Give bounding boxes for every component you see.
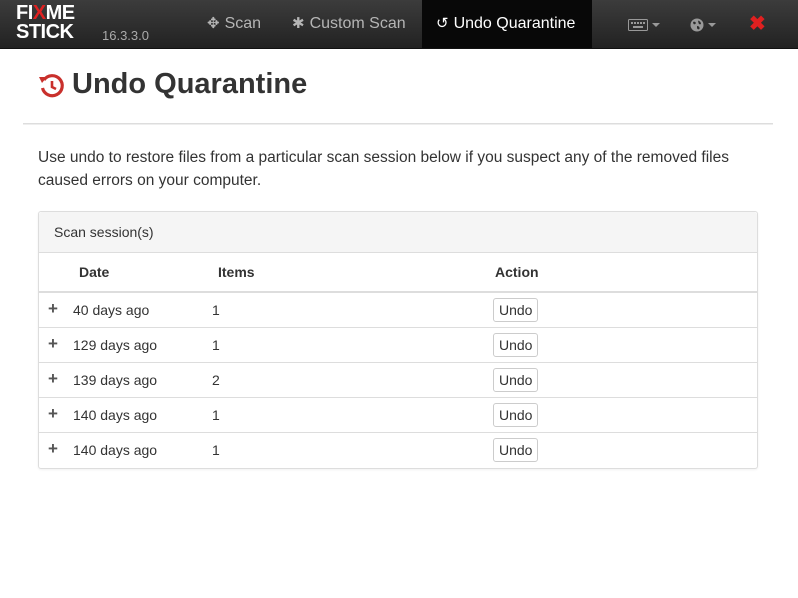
- table-row: + 139 days ago 2 Undo: [39, 363, 757, 398]
- row-items: 1: [212, 302, 220, 318]
- nav-custom-scan[interactable]: ✱ Custom Scan: [292, 0, 406, 48]
- plus-icon[interactable]: +: [48, 370, 58, 388]
- row-items: 1: [212, 442, 220, 458]
- page-title: Undo Quarantine: [72, 68, 308, 100]
- table-row: + 140 days ago 1 Undo: [39, 433, 757, 467]
- undo-button[interactable]: Undo: [493, 438, 539, 462]
- nav-custom-scan-label: Custom Scan: [309, 15, 406, 32]
- header-divider: [23, 123, 773, 125]
- keyboard-dropdown[interactable]: [628, 0, 660, 48]
- chevron-down-icon: [652, 23, 660, 28]
- close-button[interactable]: ✖: [749, 0, 766, 48]
- fixmestick-logo: FIXME STICK: [16, 2, 75, 43]
- table-row: + 40 days ago 1 Undo: [39, 293, 757, 328]
- plus-icon[interactable]: +: [48, 440, 58, 458]
- nav-scan[interactable]: ✥ Scan: [207, 0, 261, 48]
- undo-button[interactable]: Undo: [493, 403, 539, 427]
- globe-icon: [690, 18, 704, 32]
- table-row: + 140 days ago 1 Undo: [39, 398, 757, 433]
- row-items: 1: [212, 407, 220, 423]
- nav-scan-label: Scan: [224, 15, 262, 32]
- plus-icon[interactable]: +: [48, 335, 58, 353]
- panel-heading: Scan session(s): [39, 212, 757, 253]
- undo-button[interactable]: Undo: [493, 298, 539, 322]
- column-header-date: Date: [79, 264, 110, 280]
- undo-button[interactable]: Undo: [493, 368, 539, 392]
- undo-button[interactable]: Undo: [493, 333, 539, 357]
- table-row: + 129 days ago 1 Undo: [39, 328, 757, 363]
- version-label: 16.3.3.0: [102, 28, 149, 43]
- keyboard-icon: [628, 19, 648, 32]
- scan-sessions-panel: Scan session(s) Date Items Action + 40 d…: [38, 211, 758, 469]
- top-navbar: FIXME STICK 16.3.3.0 ✥ Scan ✱ Custom Scan …: [0, 0, 798, 49]
- row-date: 140 days ago: [73, 407, 158, 423]
- row-date: 40 days ago: [73, 302, 150, 318]
- row-date: 140 days ago: [73, 442, 158, 458]
- table-header: Date Items Action: [39, 253, 757, 293]
- nav-undo-quarantine-label: Undo Quarantine: [453, 15, 576, 32]
- crosshair-icon: ✥: [207, 15, 220, 32]
- undo-icon: [39, 74, 64, 98]
- row-date: 129 days ago: [73, 337, 158, 353]
- row-date: 139 days ago: [73, 372, 158, 388]
- undo-icon: ↺: [436, 15, 449, 32]
- plus-icon[interactable]: +: [48, 300, 58, 318]
- intro-text: Use undo to restore files from a particu…: [38, 149, 729, 189]
- language-dropdown[interactable]: [690, 0, 716, 48]
- column-header-items: Items: [218, 264, 255, 280]
- close-icon: ✖: [749, 13, 766, 35]
- nav-undo-quarantine[interactable]: ↺ Undo Quarantine: [422, 0, 592, 48]
- plus-icon[interactable]: +: [48, 405, 58, 423]
- gear-icon: ✱: [292, 15, 305, 32]
- row-items: 1: [212, 337, 220, 353]
- chevron-down-icon: [708, 23, 716, 28]
- row-items: 2: [212, 372, 220, 388]
- column-header-action: Action: [495, 264, 539, 280]
